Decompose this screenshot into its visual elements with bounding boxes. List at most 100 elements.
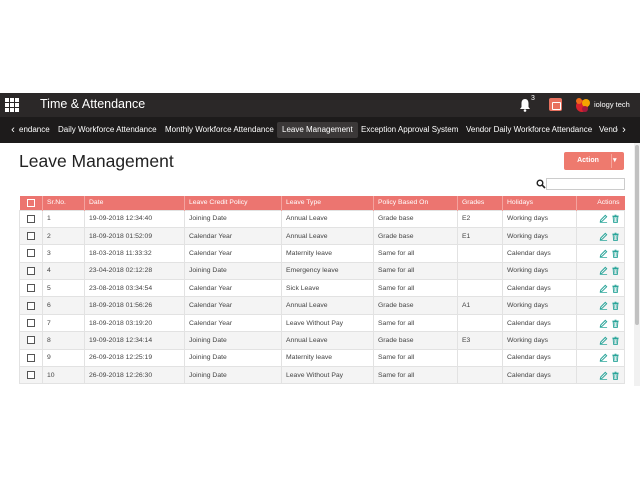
leave-type-cell: Annual Leave: [281, 296, 374, 315]
column-header-grades[interactable]: Grades: [457, 196, 503, 210]
bell-icon[interactable]: [519, 98, 531, 112]
search-input[interactable]: [546, 178, 625, 190]
nav-item-daily-workforce-attendance[interactable]: Daily Workforce Attendance: [53, 122, 162, 138]
table-row[interactable]: 4 23-04-2018 02:12:28 Joining Date Emergenc…: [19, 261, 625, 281]
trash-icon[interactable]: [611, 319, 620, 328]
trash-icon[interactable]: [611, 284, 620, 293]
column-header-leave-credit-policy[interactable]: Leave Credit Policy: [184, 196, 282, 210]
trash-icon[interactable]: [611, 353, 620, 363]
row-actions-cell: [576, 296, 625, 315]
pencil-icon[interactable]: [599, 214, 608, 223]
pencil-icon[interactable]: [599, 232, 608, 241]
trash-icon[interactable]: [611, 301, 620, 310]
row-checkbox[interactable]: [27, 301, 35, 310]
leave-credit-policy-cell: Joining Date: [184, 261, 282, 281]
date-cell: 18-09-2018 01:52:09: [84, 226, 185, 246]
row-checkbox[interactable]: [27, 319, 35, 328]
pencil-icon[interactable]: [599, 353, 608, 363]
sr-no-cell: 4: [42, 261, 85, 281]
policy-based-on-cell: Same for all: [373, 279, 458, 298]
nav-item-leave-management[interactable]: Leave Management: [277, 122, 358, 138]
search-icon[interactable]: [536, 179, 546, 189]
grade-cell: [457, 348, 503, 368]
nav-item-exception-approval-system[interactable]: Exception Approval System: [356, 122, 463, 138]
table-row[interactable]: 3 18-03-2018 11:33:32 Calendar Year Materni…: [19, 244, 625, 263]
leave-credit-policy-cell: Joining Date: [184, 209, 282, 228]
row-select-cell: [19, 313, 43, 333]
row-checkbox[interactable]: [27, 371, 35, 380]
leave-credit-policy-cell: Joining Date: [184, 366, 282, 385]
trash-icon[interactable]: [611, 336, 620, 345]
scrollbar-thumb[interactable]: [635, 145, 639, 325]
sr-no-cell: 7: [42, 313, 85, 333]
leave-credit-policy-cell: Joining Date: [184, 348, 282, 368]
table-row[interactable]: 6 18-09-2018 01:56:26 Calendar Year Annual …: [19, 296, 625, 315]
action-divider: [611, 154, 612, 168]
policy-based-on-cell: Same for all: [373, 348, 458, 368]
pencil-icon[interactable]: [599, 319, 608, 328]
logo-text: iology tech: [594, 100, 630, 109]
trash-icon[interactable]: [611, 266, 620, 276]
column-header-leave-type[interactable]: Leave Type: [281, 196, 374, 210]
pencil-icon[interactable]: [599, 336, 608, 345]
row-checkbox[interactable]: [27, 336, 35, 345]
table-body: 1 19-09-2018 12:34:40 Joining Date Annual L…: [19, 209, 625, 385]
nav-item-attendance[interactable]: endance: [14, 122, 55, 138]
row-checkbox[interactable]: [27, 266, 35, 275]
row-checkbox[interactable]: [27, 232, 35, 241]
grade-cell: A1: [457, 296, 503, 315]
pencil-icon[interactable]: [599, 266, 608, 276]
calendar-icon[interactable]: [549, 98, 562, 111]
row-checkbox[interactable]: [27, 214, 35, 223]
nav-item-vendor[interactable]: Vendo: [594, 122, 618, 138]
table-row[interactable]: 8 19-09-2018 12:34:14 Joining Date Annual L…: [19, 331, 625, 350]
column-header-holidays[interactable]: Holidays: [502, 196, 577, 210]
action-button-label: Action: [577, 157, 599, 164]
table-row[interactable]: 9 26-09-2018 12:25:19 Joining Date Maternit…: [19, 348, 625, 368]
trash-icon[interactable]: [611, 249, 620, 258]
trash-icon[interactable]: [611, 214, 620, 224]
app-window: Time & Attendance 3 iology tech ‹ endanc…: [0, 93, 640, 386]
holidays-cell: Calendar days: [502, 244, 577, 263]
row-checkbox[interactable]: [27, 353, 35, 362]
grid-icon[interactable]: [5, 98, 19, 112]
pencil-icon[interactable]: [599, 371, 608, 380]
holidays-cell: Calendar days: [502, 313, 577, 333]
trash-icon[interactable]: [611, 371, 620, 380]
row-checkbox[interactable]: [27, 249, 35, 258]
table-row[interactable]: 7 18-09-2018 03:19:20 Calendar Year Leave W…: [19, 313, 625, 333]
nav-item-monthly-workforce-attendance[interactable]: Monthly Workforce Attendance: [160, 122, 279, 138]
row-actions-cell: [576, 244, 625, 263]
row-actions-cell: [576, 313, 625, 333]
holidays-cell: Working days: [502, 209, 577, 228]
table-row[interactable]: 5 23-08-2018 03:34:54 Calendar Year Sick Le…: [19, 279, 625, 298]
holidays-cell: Working days: [502, 226, 577, 246]
row-checkbox[interactable]: [27, 284, 35, 293]
column-header-policy-based-on[interactable]: Policy Based On: [373, 196, 458, 210]
pencil-icon[interactable]: [599, 284, 608, 293]
caret-down-icon[interactable]: ▾: [613, 156, 617, 164]
date-cell: 26-09-2018 12:26:30: [84, 366, 185, 385]
pencil-icon[interactable]: [599, 301, 608, 310]
date-cell: 19-09-2018 12:34:14: [84, 331, 185, 350]
trash-icon[interactable]: [611, 232, 620, 241]
action-button[interactable]: Action ▾: [564, 152, 624, 170]
column-header-sr-no[interactable]: Sr.No.: [42, 196, 85, 210]
leave-type-cell: Annual Leave: [281, 209, 374, 228]
column-header-date[interactable]: Date: [84, 196, 185, 210]
leave-type-cell: Maternity leave: [281, 244, 374, 263]
table-row[interactable]: 1 19-09-2018 12:34:40 Joining Date Annual L…: [19, 209, 625, 228]
pencil-icon[interactable]: [599, 249, 608, 258]
column-header-actions: Actions: [576, 196, 625, 210]
holidays-cell: Calendar days: [502, 279, 577, 298]
holidays-cell: Calendar days: [502, 366, 577, 385]
select-all-checkbox[interactable]: [26, 198, 35, 207]
table-row[interactable]: 10 26-09-2018 12:26:30 Joining Date Leave W…: [19, 366, 625, 385]
leave-type-cell: Leave Without Pay: [281, 313, 374, 333]
table-row[interactable]: 2 18-09-2018 01:52:09 Calendar Year Annual …: [19, 226, 625, 246]
row-actions-cell: [576, 348, 625, 368]
nav-item-vendor-daily-workforce-attendance[interactable]: Vendor Daily Workforce Attendance: [461, 122, 597, 138]
chevron-right-icon[interactable]: ›: [620, 123, 628, 137]
page-title: Leave Management: [19, 151, 174, 171]
date-cell: 19-09-2018 12:34:40: [84, 209, 185, 228]
